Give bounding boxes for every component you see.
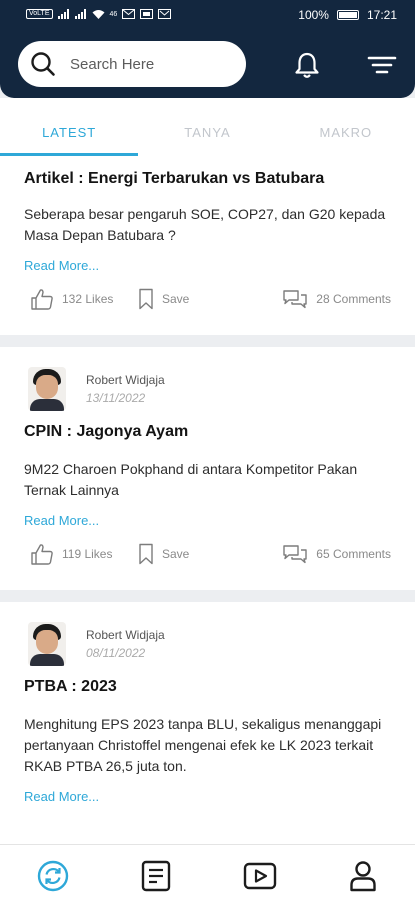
tab-makro[interactable]: MAKRO	[277, 98, 415, 156]
post-card[interactable]: Robert Widjaja 08/11/2022 PTBA : 2023 Me…	[0, 602, 415, 844]
comment-count: 28 Comments	[316, 292, 391, 306]
filter-button[interactable]	[366, 50, 398, 80]
network-speed: 46	[109, 10, 118, 18]
nav-profile[interactable]	[346, 859, 380, 893]
refresh-icon	[37, 860, 69, 892]
post-actions: 132 Likes Save 28 Comments	[24, 273, 391, 325]
like-count: 132 Likes	[62, 292, 114, 306]
gallery-icon	[140, 9, 154, 19]
read-more-link[interactable]: Read More...	[24, 258, 391, 273]
search-bar[interactable]	[18, 41, 246, 87]
author-meta: Robert Widjaja 08/11/2022	[86, 628, 165, 660]
comment-count: 65 Comments	[316, 547, 391, 561]
bookmark-icon	[139, 288, 153, 310]
post-date: 08/11/2022	[86, 646, 146, 660]
video-icon	[243, 862, 277, 890]
save-label: Save	[162, 292, 190, 306]
save-button[interactable]: Save	[138, 543, 189, 565]
article-icon	[141, 860, 171, 892]
like-count: 119 Likes	[62, 547, 113, 561]
post-author[interactable]: Robert Widjaja 13/11/2022	[24, 347, 391, 411]
filter-icon	[367, 56, 397, 74]
bell-icon	[295, 52, 319, 78]
post-date: 13/11/2022	[86, 391, 146, 405]
post-excerpt: Menghitung EPS 2023 tanpa BLU, sekaligus…	[24, 716, 382, 774]
thumbs-up-icon	[31, 289, 53, 310]
avatar	[28, 367, 66, 411]
save-label: Save	[162, 547, 190, 561]
nav-feed[interactable]	[36, 859, 70, 893]
thumbs-up-icon	[31, 544, 53, 565]
battery-icon	[336, 10, 359, 20]
comments-icon	[283, 290, 307, 309]
comments-icon	[283, 545, 307, 564]
nav-articles[interactable]	[139, 859, 173, 893]
author-name: Robert Widjaja	[86, 628, 165, 642]
signal-icon	[57, 9, 69, 19]
like-button[interactable]: 132 Likes	[30, 288, 113, 310]
tab-tanya[interactable]: TANYA	[138, 98, 276, 156]
post-excerpt: 9M22 Charoen Pokphand di antara Kompetit…	[24, 461, 358, 498]
post-card[interactable]: Artikel : Energi Terbarukan vs Batubara …	[0, 156, 415, 335]
status-bar: VoLTE 46 100% 17:21	[0, 6, 415, 26]
app-header: VoLTE 46 100% 17:21	[0, 0, 415, 98]
post-title[interactable]: Artikel : Energi Terbarukan vs Batubara	[24, 156, 391, 188]
category-tabs: LATEST TANYA MAKRO	[0, 98, 415, 156]
status-right: 100% 17:21	[298, 8, 397, 22]
post-actions: 119 Likes Save 65 Comments	[24, 528, 391, 580]
comments-button[interactable]: 28 Comments	[282, 289, 391, 309]
volte-indicator: VoLTE	[26, 9, 53, 19]
author-meta: Robert Widjaja 13/11/2022	[86, 373, 165, 405]
post-feed: Artikel : Energi Terbarukan vs Batubara …	[0, 156, 415, 844]
nav-videos[interactable]	[243, 859, 277, 893]
mail-icon	[122, 9, 136, 19]
status-left: VoLTE 46	[26, 9, 172, 19]
post-excerpt: Seberapa besar pengaruh SOE, COP27, dan …	[24, 206, 386, 243]
read-more-link[interactable]: Read More...	[24, 513, 391, 528]
post-title[interactable]: PTBA : 2023	[24, 664, 391, 696]
comments-button[interactable]: 65 Comments	[282, 544, 391, 564]
bottom-navigation	[0, 844, 415, 900]
post-author[interactable]: Robert Widjaja 08/11/2022	[24, 602, 391, 666]
clock: 17:21	[366, 8, 397, 22]
like-button[interactable]: 119 Likes	[30, 543, 112, 565]
read-more-link[interactable]: Read More...	[24, 789, 391, 804]
battery-percent: 100%	[298, 8, 329, 22]
post-card[interactable]: Robert Widjaja 13/11/2022 CPIN : Jagonya…	[0, 347, 415, 590]
avatar	[28, 622, 66, 666]
profile-icon	[350, 861, 376, 892]
search-icon	[31, 52, 55, 76]
post-title[interactable]: CPIN : Jagonya Ayam	[24, 409, 391, 441]
notifications-button[interactable]	[291, 50, 323, 80]
signal-icon-2	[74, 9, 86, 19]
author-name: Robert Widjaja	[86, 373, 165, 387]
search-input[interactable]	[70, 55, 230, 73]
gmail-icon	[158, 9, 172, 19]
tab-latest[interactable]: LATEST	[0, 98, 139, 156]
save-button[interactable]: Save	[138, 288, 189, 310]
bookmark-icon	[139, 543, 153, 565]
wifi-icon	[92, 10, 104, 19]
